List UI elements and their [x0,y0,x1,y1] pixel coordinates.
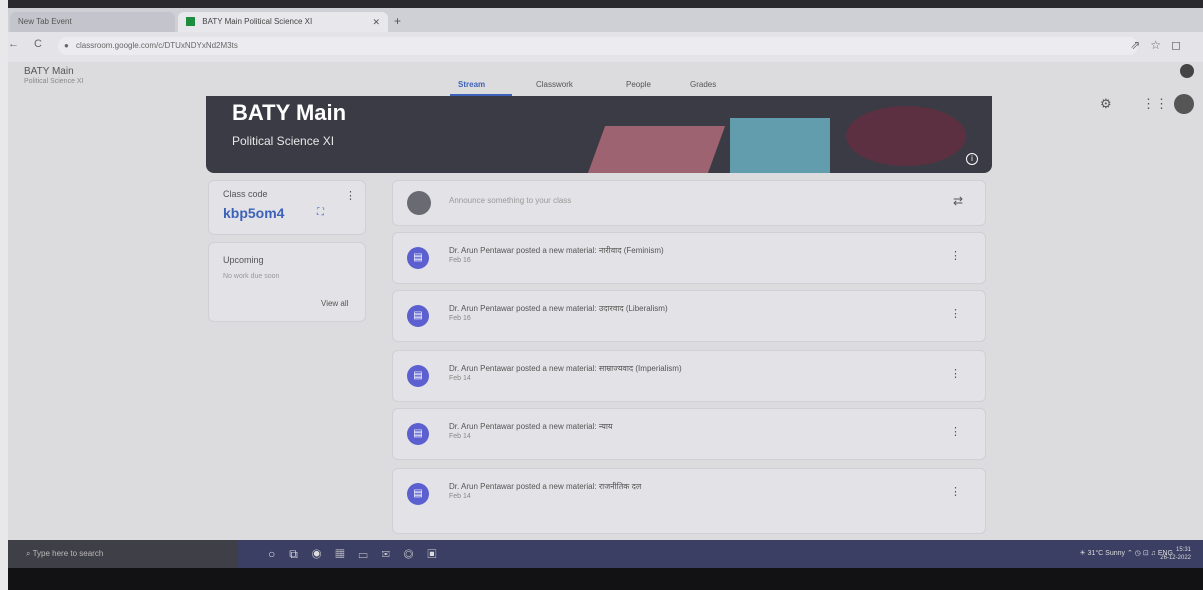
material-icon: ▤ [407,483,429,505]
post-text: Dr. Arun Pentawar posted a new material:… [449,304,668,313]
weather-icon: ☀ [1079,550,1088,557]
url-bar[interactable]: ● classroom.google.com/c/DTUxNDYxNd2M3ts [58,37,1138,55]
settings-gear-icon[interactable]: ⚙ [1100,96,1112,112]
tab-stream[interactable]: Stream [458,80,485,89]
header-class-subtitle: Political Science XI [24,78,84,85]
more-vert-icon[interactable]: ⋮ [950,485,961,498]
clock-date: 26-12-2022 [1160,555,1191,561]
announce-placeholder: Announce something to your class [449,196,572,205]
close-tab-icon[interactable]: ✕ [372,12,380,32]
clock-time: 15:31 [1175,547,1191,553]
announce-box[interactable]: Announce something to your class ⇄ [392,180,986,226]
browser-tab-strip: New Tab Event BATY Main Political Scienc… [0,8,1203,32]
upcoming-label: Upcoming [223,255,264,265]
stream-post[interactable]: ▤ Dr. Arun Pentawar posted a new materia… [392,290,986,342]
stream-post[interactable]: ▤ Dr. Arun Pentawar posted a new materia… [392,232,986,284]
browser-tab-active[interactable]: BATY Main Political Science XI ✕ [178,12,388,32]
screen-photo: New Tab Event BATY Main Political Scienc… [0,0,1203,590]
stream-post[interactable]: ▤ Dr. Arun Pentawar posted a new materia… [392,408,986,460]
lock-icon: ● [64,41,69,50]
taskbar-apps: ○⧉◉▦▭✉◎▣ [268,547,451,562]
tab-label: New Tab Event [18,17,72,26]
chrome-icon[interactable]: ◎ [404,547,428,561]
star-icon[interactable]: ☆ [1150,38,1171,52]
taskbar-clock[interactable]: 15:31 26-12-2022 [1160,546,1191,562]
class-banner: BATY Main Political Science XI i [206,96,992,173]
mail-icon[interactable]: ✉ [382,547,404,561]
material-icon: ▤ [407,423,429,445]
banner-subtitle: Political Science XI [232,134,335,148]
post-date: Feb 16 [449,257,471,264]
classroom-favicon-icon [186,17,195,27]
post-text: Dr. Arun Pentawar posted a new material:… [449,364,682,373]
info-icon[interactable]: i [966,153,978,165]
explorer-icon[interactable]: ▭ [358,547,381,561]
excel-icon[interactable]: ▣ [427,547,450,561]
address-row: ← C ● classroom.google.com/c/DTUxNDYxNd2… [0,32,1203,62]
cortana-icon[interactable]: ○ [268,547,289,561]
more-vert-icon[interactable]: ⋮ [950,307,961,320]
monitor-bezel-bottom [0,568,1203,590]
post-date: Feb 14 [449,375,471,382]
windows-taskbar: ⌕ Type here to search ○⧉◉▦▭✉◎▣ ☀ 31°C Su… [8,540,1203,568]
browser-tab-inactive[interactable]: New Tab Event [10,12,175,32]
upcoming-empty: No work due soon [223,273,280,280]
edge-icon[interactable]: ◉ [312,547,336,561]
header-class-name[interactable]: BATY Main [24,66,74,77]
banner-decoration [846,106,966,166]
new-tab-button[interactable]: + [394,14,401,28]
tab-people[interactable]: People [626,80,651,89]
refresh-icon[interactable]: C [34,38,42,50]
more-vert-icon[interactable]: ⋮ [950,367,961,380]
window-icon[interactable]: ◻ [1171,38,1191,52]
tab-label: BATY Main Political Science XI [202,17,313,26]
system-tray: ☀ 31°C Sunny ⌃ ◷ ⊡ ♫ ENG [1079,549,1173,557]
browser-profile-avatar[interactable] [1180,64,1194,78]
more-vert-icon[interactable]: ⋮ [950,249,961,262]
browser-toolbar-icons: ⇗☆◻ [1130,38,1191,52]
taskbar-search-placeholder: Type here to search [32,549,104,558]
repost-icon[interactable]: ⇄ [953,194,963,208]
photo-edge [0,0,8,590]
stream-post[interactable]: ▤ Dr. Arun Pentawar posted a new materia… [392,468,986,534]
post-text: Dr. Arun Pentawar posted a new material:… [449,422,613,431]
stream-post[interactable]: ▤ Dr. Arun Pentawar posted a new materia… [392,350,986,402]
fullscreen-icon[interactable]: ⛶ [317,207,324,218]
banner-title: BATY Main [232,100,347,125]
class-code-card: Class code ⋮ kbp5om4 ⛶ [208,180,366,235]
account-avatar[interactable] [1174,94,1194,114]
post-date: Feb 16 [449,315,471,322]
back-icon[interactable]: ← [8,38,19,50]
view-all-link[interactable]: View all [321,299,348,308]
material-icon: ▤ [407,305,429,327]
class-code-value: kbp5om4 [223,205,285,221]
post-date: Feb 14 [449,433,471,440]
class-code-label: Class code [223,189,268,199]
post-text: Dr. Arun Pentawar posted a new material:… [449,246,664,255]
taskbar-search[interactable]: ⌕ Type here to search [8,540,238,568]
more-vert-icon[interactable]: ⋮ [345,189,356,202]
user-avatar [407,191,431,215]
banner-decoration [586,126,726,173]
url-text: classroom.google.com/c/DTUxNDYxNd2M3ts [76,41,238,50]
post-date: Feb 14 [449,493,471,500]
material-icon: ▤ [407,247,429,269]
upcoming-card: Upcoming No work due soon View all [208,242,366,322]
tab-grades[interactable]: Grades [690,80,716,89]
post-text: Dr. Arun Pentawar posted a new material:… [449,482,642,491]
apps-grid-icon[interactable]: ⋮⋮ [1142,96,1168,112]
more-vert-icon[interactable]: ⋮ [950,425,961,438]
weather-text[interactable]: 31°C Sunny [1088,550,1125,557]
task-view-icon[interactable]: ⧉ [289,547,312,561]
banner-decoration [730,118,830,173]
share-icon[interactable]: ⇗ [1130,38,1150,52]
tray-icons[interactable]: ⌃ ◷ ⊡ ♫ [1127,550,1158,557]
tab-classwork[interactable]: Classwork [536,80,573,89]
material-icon: ▤ [407,365,429,387]
store-icon[interactable]: ▦ [335,547,358,561]
